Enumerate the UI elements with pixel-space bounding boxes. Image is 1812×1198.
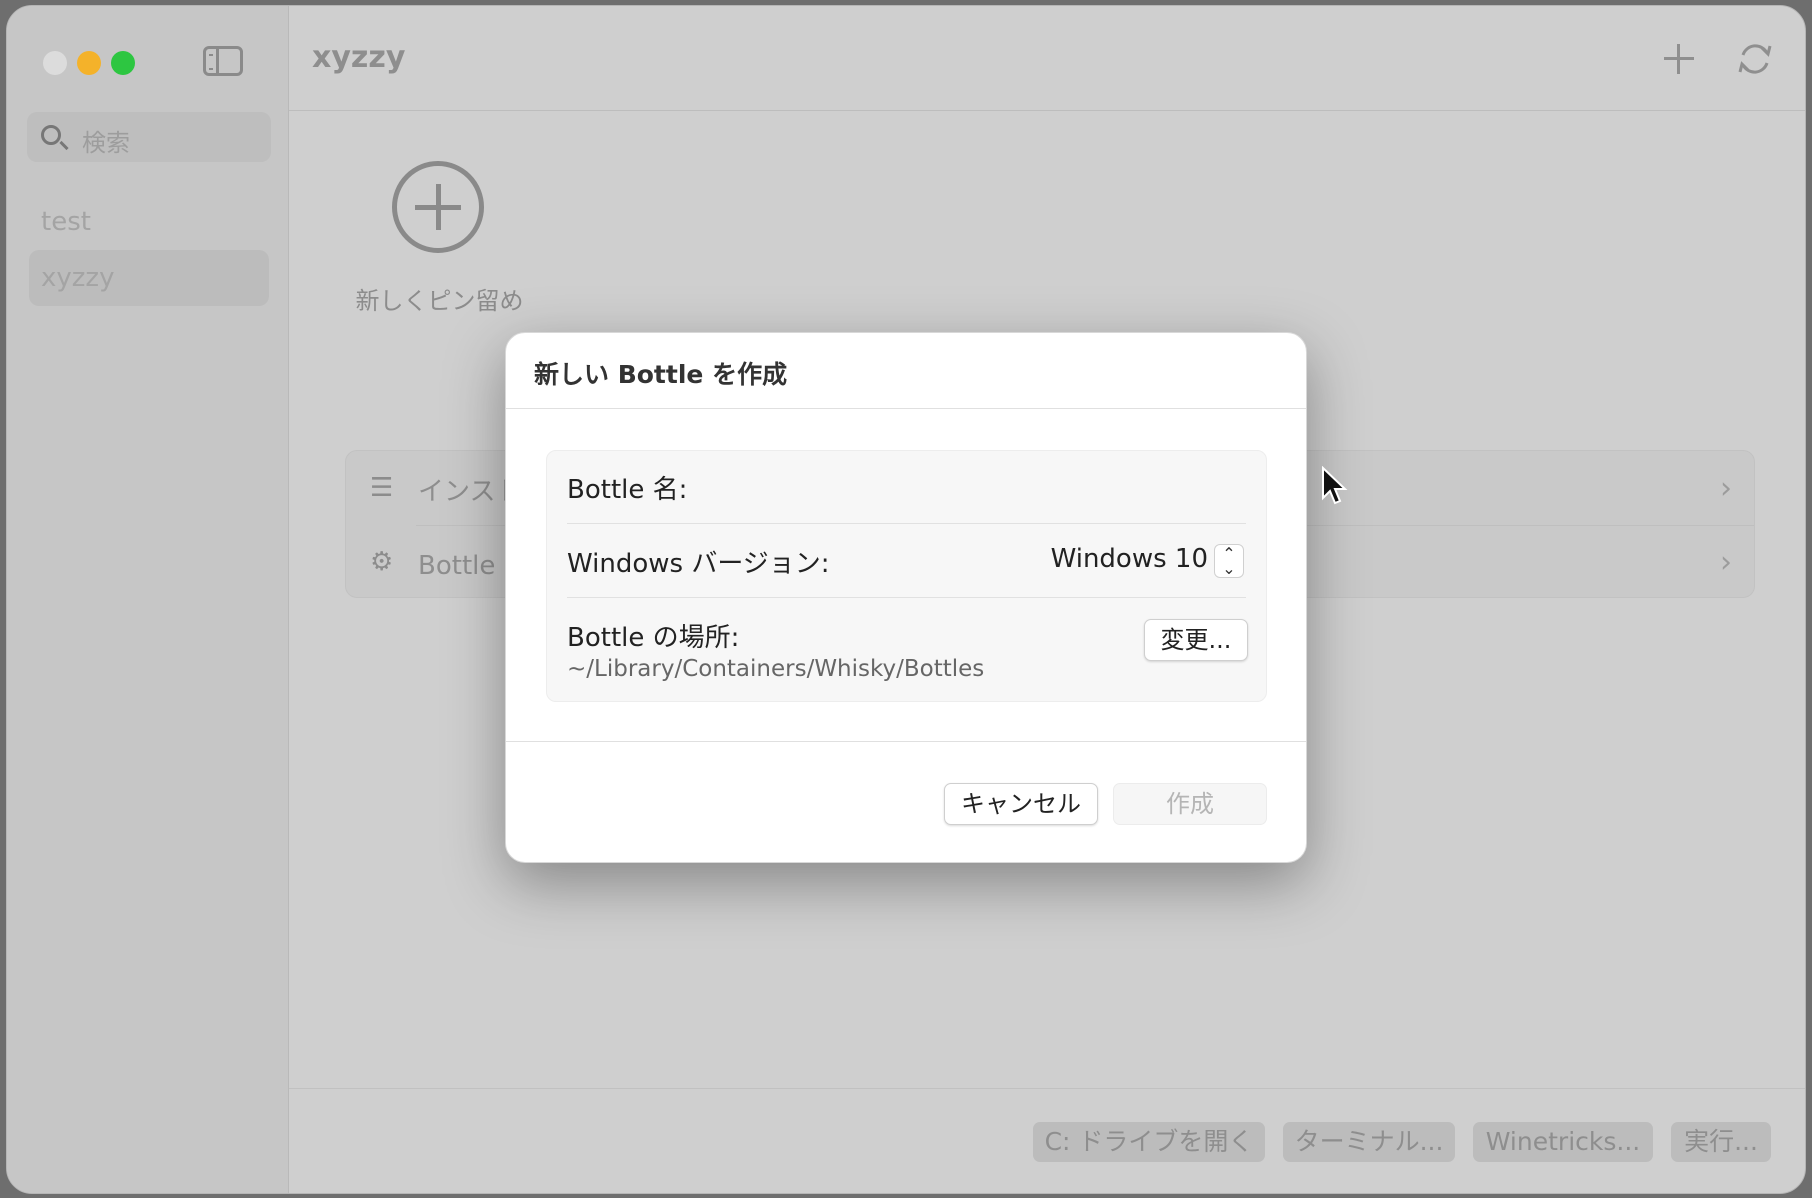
run-button[interactable]: 実行... [1671,1122,1771,1162]
form-divider [567,523,1246,524]
bottle-name-label: Bottle 名: [567,475,688,505]
search-icon [41,125,61,145]
sidebar-item-label: xyzzy [41,263,115,293]
sidebar-item-test[interactable]: test [29,194,269,250]
bottle-location-label: Bottle の場所: [567,623,740,653]
cancel-button[interactable]: キャンセル [944,783,1098,825]
gear-icon: ⚙ [370,547,394,577]
chevron-right-icon: › [1720,471,1732,506]
create-bottle-dialog: 新しい Bottle を作成 Bottle 名: Windows バージョン: … [505,332,1307,863]
search-input[interactable]: 検索 [27,112,271,162]
dialog-title: 新しい Bottle を作成 [534,360,788,389]
list-icon: ☰ [370,473,394,503]
winetricks-button[interactable]: Winetricks... [1473,1122,1653,1162]
windows-version-label: Windows バージョン: [567,549,830,579]
open-c-drive-button[interactable]: C: ドライブを開く [1033,1122,1265,1162]
windows-version-select[interactable]: Windows 10 [1051,544,1208,574]
sidebar-item-xyzzy[interactable]: xyzzy [29,250,269,306]
sidebar: 検索 test xyzzy [7,6,289,1193]
refresh-icon[interactable] [1735,39,1775,79]
change-location-button[interactable]: 変更... [1144,619,1248,661]
bottle-form: Bottle 名: Windows バージョン: Windows 10 ⌃ ⌄ B… [546,450,1267,702]
zoom-button[interactable] [111,51,135,75]
dialog-header-divider [506,408,1306,409]
terminal-button[interactable]: ターミナル... [1283,1122,1455,1162]
pin-new-label: 新しくピン留め [355,287,524,315]
create-button[interactable]: 作成 [1113,783,1267,825]
form-divider [567,597,1246,598]
sidebar-toggle-icon[interactable] [203,46,243,76]
toolbar-divider [289,110,1805,111]
mouse-cursor-icon [1322,466,1348,505]
minimize-button[interactable] [77,51,101,75]
close-button[interactable] [43,51,67,75]
page-title: xyzzy [312,40,406,75]
sidebar-item-label: test [41,207,91,237]
dialog-footer-divider [506,741,1306,742]
chevron-up-down-icon[interactable]: ⌃ ⌄ [1214,544,1244,578]
pin-new-plus-icon[interactable] [392,161,484,253]
bottom-bar-divider [289,1088,1805,1089]
add-bottle-icon[interactable] [1662,42,1696,76]
bottle-name-field[interactable] [707,463,1246,505]
bottle-location-path: ~/Library/Containers/Whisky/Bottles [567,656,985,682]
search-placeholder: 検索 [82,129,130,157]
chevron-right-icon: › [1720,545,1732,580]
